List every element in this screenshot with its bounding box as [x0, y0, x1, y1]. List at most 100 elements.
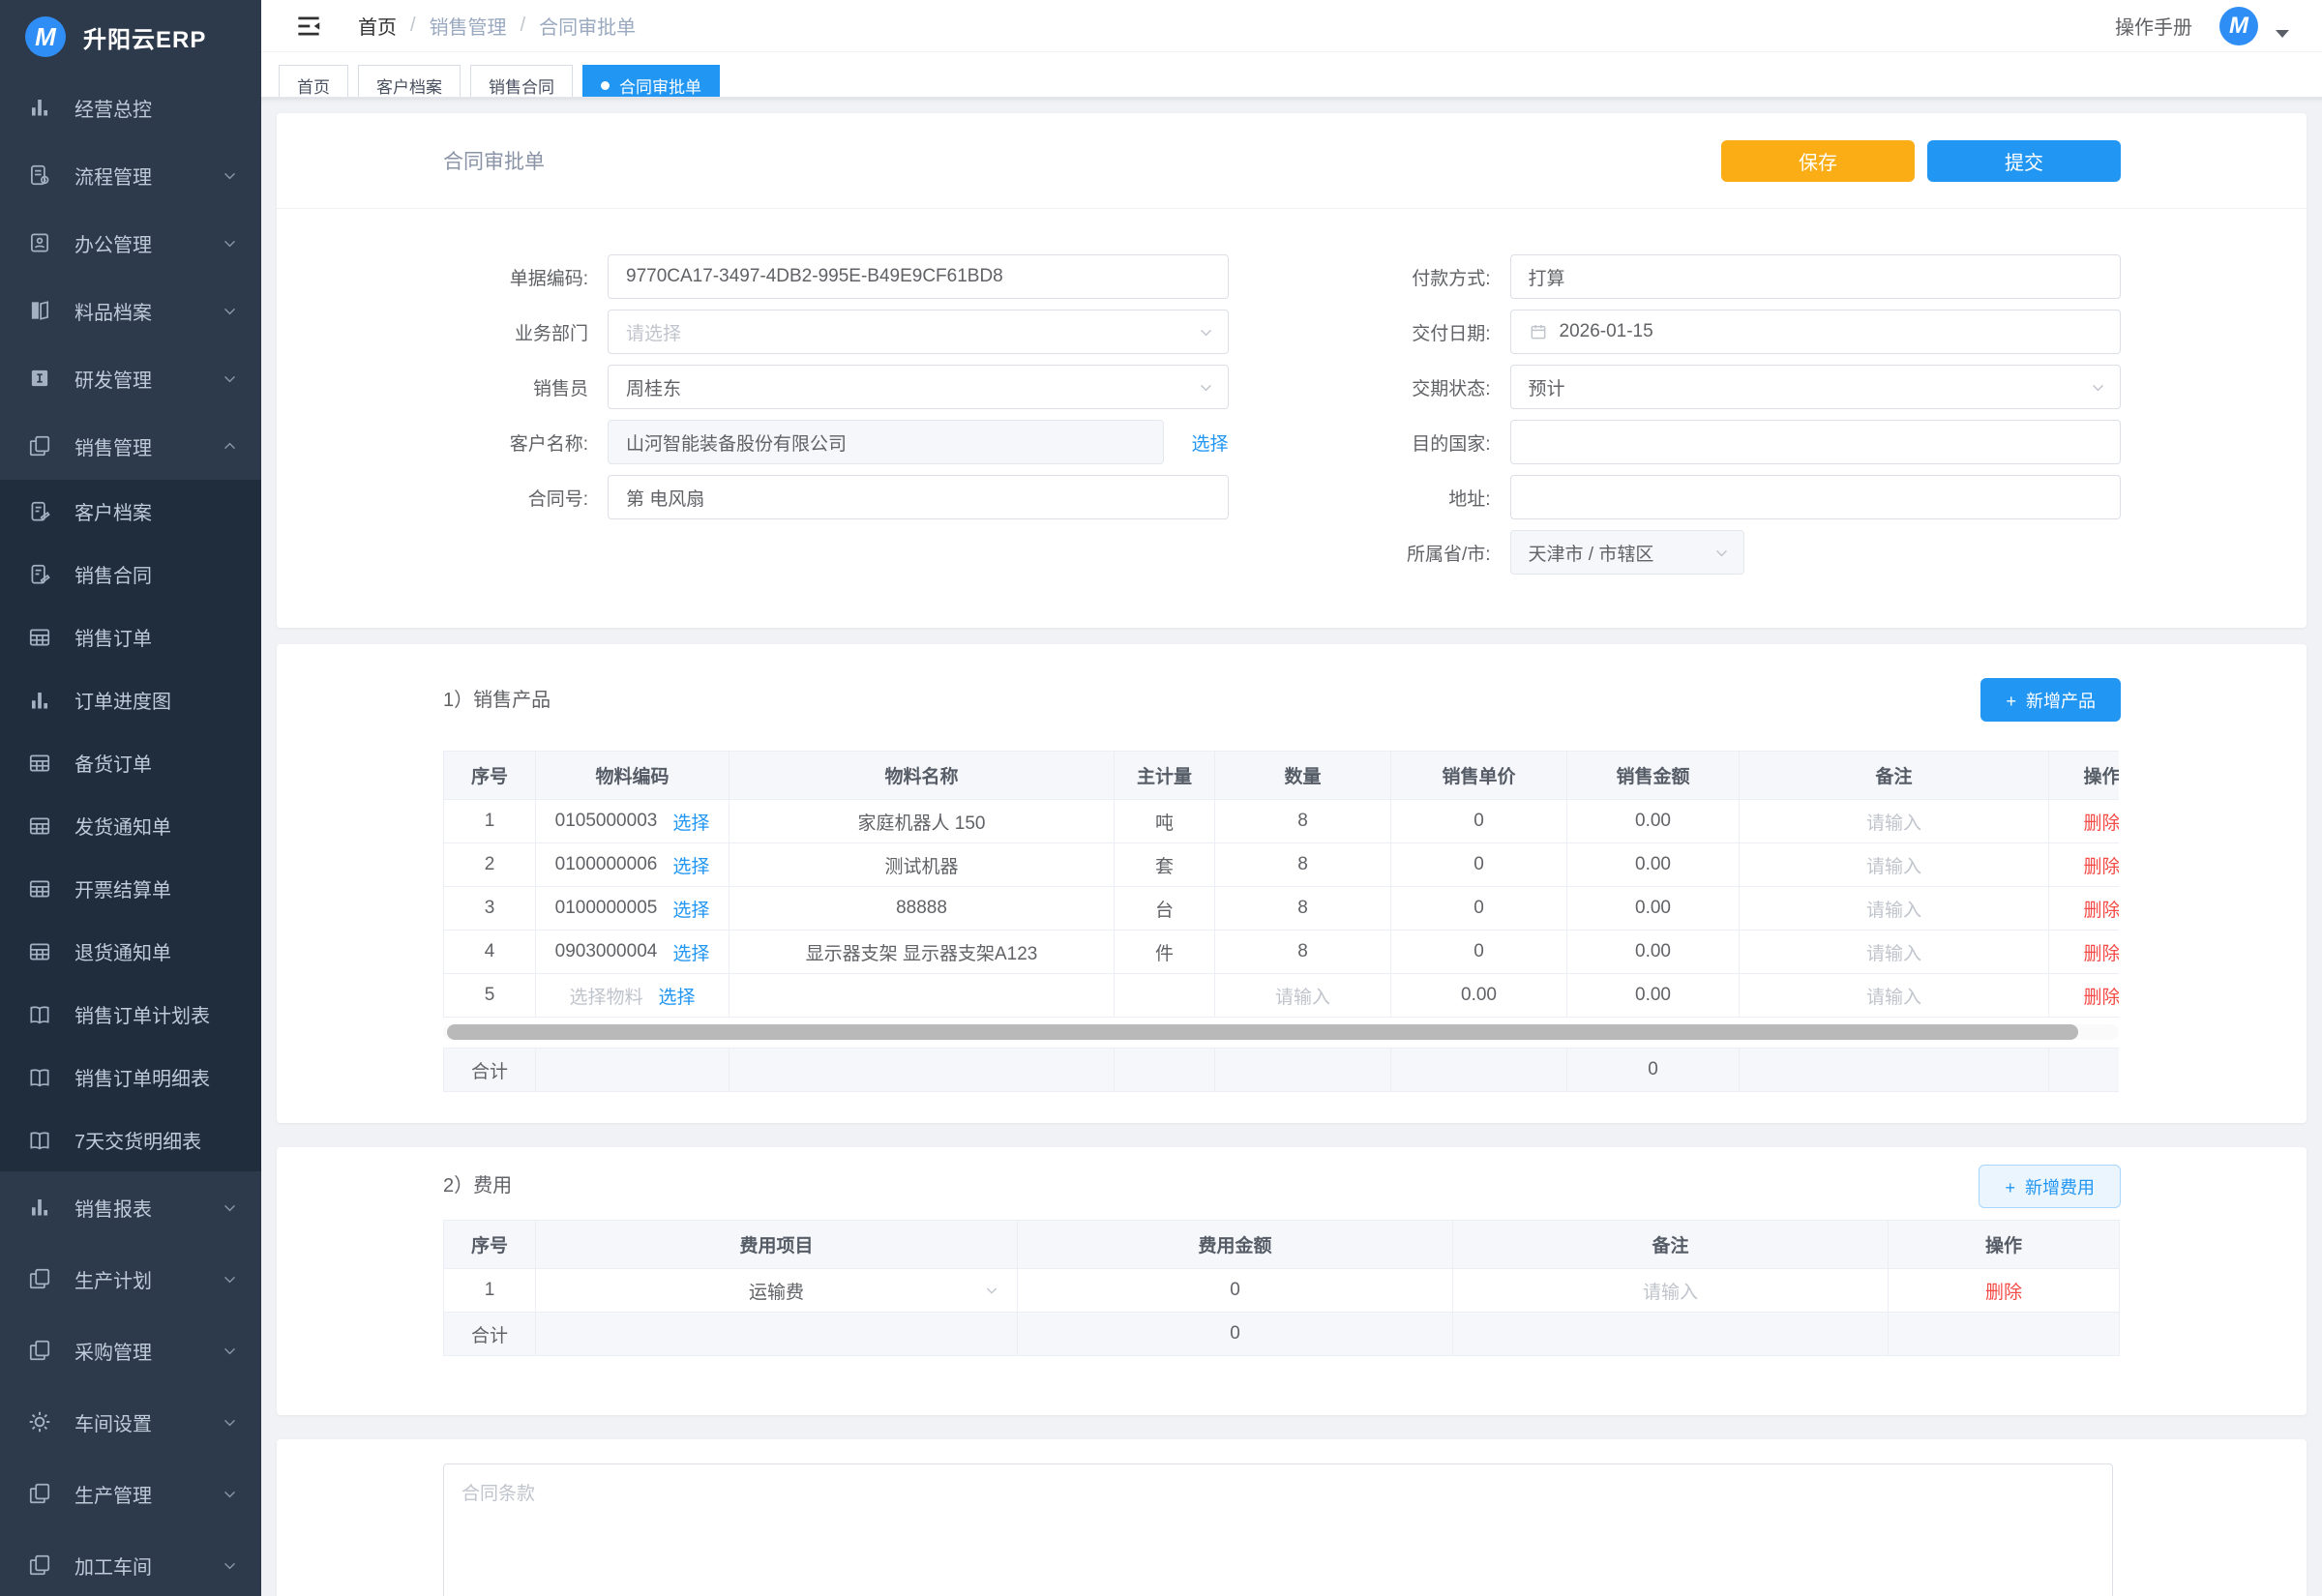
material-select-link[interactable]: 选择 [672, 939, 709, 965]
sidebar-item-rnd-mgmt[interactable]: 研发管理 [0, 344, 261, 412]
col-amount: 销售金额 [1567, 752, 1740, 800]
material-select-link[interactable]: 选择 [659, 983, 696, 1009]
material-select-link[interactable]: 选择 [672, 852, 709, 878]
breadcrumb-separator: / [410, 15, 416, 37]
doc-code-input[interactable]: 9770CA17-3497-4DB2-995E-B49E9CF61BD8 [608, 254, 1229, 299]
address-input[interactable] [1510, 475, 2122, 519]
sidebar-item-label: 销售订单明细表 [74, 1063, 210, 1091]
products-card: 1）销售产品 + 新增产品 序号 物料编码 物料名称 主计量 数量 销售单价 [277, 644, 2307, 1123]
sidebar-item-customer-archive[interactable]: 客户档案 [0, 480, 261, 543]
product-row-2: 2 0100000006选择 测试机器 套 8 0 0.00 请输入 删除 [444, 843, 2120, 887]
sidebar-item-stock-order[interactable]: 备货订单 [0, 731, 261, 794]
remark-cell[interactable]: 请输入 [1453, 1269, 1889, 1313]
material-picker-placeholder[interactable]: 选择物料 [569, 983, 642, 1009]
fee-item-select[interactable]: 运输费 [544, 1269, 1009, 1312]
remark-cell[interactable]: 请输入 [1740, 931, 2049, 974]
sidebar-item-purchase-mgmt[interactable]: 采购管理 [0, 1315, 261, 1386]
delete-fee-link[interactable]: 删除 [1985, 1283, 2022, 1303]
sidebar-item-order-progress-chart[interactable]: 订单进度图 [0, 668, 261, 731]
manual-link[interactable]: 操作手册 [2115, 12, 2192, 40]
province-city-select[interactable]: 天津市 / 市辖区 [1510, 530, 1744, 575]
contract-terms-textarea[interactable]: 合同条款 [443, 1463, 2113, 1596]
sidebar-item-label: 开票结算单 [74, 874, 171, 902]
sidebar-item-business-overview[interactable]: 经营总控 [0, 74, 261, 141]
sidebar-item-process-mgmt[interactable]: 流程管理 [0, 141, 261, 209]
sidebar-item-delivery-notice[interactable]: 发货通知单 [0, 794, 261, 857]
price-cell[interactable]: 0.00 [1391, 974, 1567, 1018]
delete-row-link[interactable]: 删除 [2083, 901, 2119, 921]
calendar-icon [1529, 322, 1548, 341]
customer-select-link[interactable]: 选择 [1191, 429, 1228, 456]
col-price: 销售单价 [1391, 752, 1567, 800]
chevron-down-icon [222, 1343, 238, 1359]
business-dept-select[interactable]: 请选择 [608, 310, 1229, 354]
sidebar-item-return-notice[interactable]: 退货通知单 [0, 920, 261, 983]
user-menu-caret-icon[interactable] [2276, 30, 2289, 38]
qty-cell[interactable]: 8 [1215, 843, 1391, 887]
breadcrumb-sales-mgmt[interactable]: 销售管理 [430, 12, 507, 40]
tab-bar: 首页 客户档案 销售合同 合同审批单 [261, 52, 2322, 97]
fees-section-title: 2）费用 [443, 1169, 512, 1197]
sidebar-item-label: 销售订单计划表 [74, 1000, 210, 1028]
sidebar-item-workshop-settings[interactable]: 车间设置 [0, 1386, 261, 1458]
sidebar-item-sales-contract[interactable]: 销售合同 [0, 543, 261, 606]
products-total-row: 合计 0 [444, 1049, 2120, 1092]
salesperson-select[interactable]: 周桂东 [608, 365, 1229, 409]
payment-method-label: 付款方式: [1336, 264, 1510, 290]
delete-row-link[interactable]: 删除 [2083, 988, 2119, 1008]
sidebar-item-office-mgmt[interactable]: 办公管理 [0, 209, 261, 277]
sidebar-item-production-plan[interactable]: 生产计划 [0, 1243, 261, 1315]
total-label: 合计 [444, 1313, 536, 1356]
sidebar-item-invoice-settlement[interactable]: 开票结算单 [0, 857, 261, 920]
delete-row-link[interactable]: 删除 [2083, 813, 2119, 834]
sidebar-item-processing-workshop[interactable]: 加工车间 [0, 1529, 261, 1596]
breadcrumb-home[interactable]: 首页 [358, 12, 397, 40]
qty-cell[interactable]: 请输入 [1215, 974, 1391, 1018]
delivery-date-input[interactable]: 2026-01-15 [1510, 310, 2122, 354]
salesperson-label: 销售员 [443, 374, 608, 400]
bar-chart-icon [27, 95, 53, 121]
sidebar-collapse-icon[interactable] [294, 12, 323, 41]
price-cell[interactable]: 0 [1391, 843, 1567, 887]
material-select-link[interactable]: 选择 [672, 896, 709, 922]
sidebar-item-materials-archive[interactable]: 料品档案 [0, 277, 261, 344]
delete-row-link[interactable]: 删除 [2083, 944, 2119, 964]
app-logo-icon: M [25, 16, 66, 57]
remark-cell[interactable]: 请输入 [1740, 843, 2049, 887]
fee-amount-cell[interactable]: 0 [1018, 1269, 1453, 1313]
chevron-up-icon [222, 438, 238, 455]
payment-method-input[interactable]: 打算 [1510, 254, 2122, 299]
top-bar: 首页 / 销售管理 / 合同审批单 操作手册 M [261, 0, 2322, 52]
destination-country-input[interactable] [1510, 420, 2122, 464]
remark-cell[interactable]: 请输入 [1740, 974, 2049, 1018]
contract-no-input[interactable]: 第 电风扇 [608, 475, 1229, 519]
open-book-icon [27, 1127, 53, 1153]
col-fee-amount: 费用金额 [1018, 1221, 1453, 1269]
scrollbar-thumb[interactable] [447, 1024, 2078, 1040]
delete-row-link[interactable]: 删除 [2083, 857, 2119, 877]
form-header: 合同审批单 保存 提交 [277, 113, 2307, 209]
qty-cell[interactable]: 8 [1215, 800, 1391, 843]
sidebar-item-label: 退货通知单 [74, 937, 171, 965]
qty-cell[interactable]: 8 [1215, 887, 1391, 931]
sidebar-item-sales-order[interactable]: 销售订单 [0, 606, 261, 668]
material-select-link[interactable]: 选择 [672, 809, 709, 835]
sidebar-item-sales-mgmt[interactable]: 销售管理 [0, 412, 261, 480]
price-cell[interactable]: 0 [1391, 800, 1567, 843]
sidebar-item-sales-report[interactable]: 销售报表 [0, 1171, 261, 1243]
remark-cell[interactable]: 请输入 [1740, 800, 2049, 843]
sidebar-item-sales-order-detail[interactable]: 销售订单明细表 [0, 1046, 261, 1108]
price-cell[interactable]: 0 [1391, 931, 1567, 974]
add-fee-button[interactable]: + 新增费用 [1979, 1165, 2121, 1208]
sidebar-item-sales-order-plan[interactable]: 销售订单计划表 [0, 983, 261, 1046]
delivery-status-select[interactable]: 预计 [1510, 365, 2122, 409]
sidebar-item-7day-delivery-detail[interactable]: 7天交货明细表 [0, 1108, 261, 1171]
remark-cell[interactable]: 请输入 [1740, 887, 2049, 931]
submit-button[interactable]: 提交 [1927, 140, 2121, 182]
user-avatar[interactable]: M [2219, 7, 2258, 45]
price-cell[interactable]: 0 [1391, 887, 1567, 931]
qty-cell[interactable]: 8 [1215, 931, 1391, 974]
save-button[interactable]: 保存 [1721, 140, 1915, 182]
add-product-button[interactable]: + 新增产品 [1980, 678, 2121, 722]
sidebar-item-production-mgmt[interactable]: 生产管理 [0, 1458, 261, 1529]
